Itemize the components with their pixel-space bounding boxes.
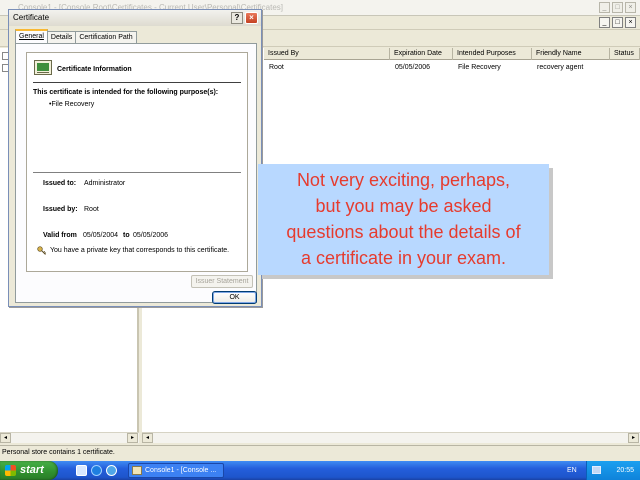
valid-to-label: to [123, 232, 130, 239]
tab-general[interactable]: General [15, 29, 48, 43]
console-app-icon [132, 466, 142, 475]
scroll-left-icon[interactable]: ◂ [0, 433, 11, 443]
issued-to-value: Administrator [84, 180, 126, 187]
status-bar: Personal store contains 1 certificate. [0, 445, 640, 459]
tab-details[interactable]: Details [46, 31, 77, 43]
tab-certification-path[interactable]: Certification Path [75, 31, 137, 43]
certificate-info-box: Certificate Information This certificate… [26, 52, 248, 272]
column-status[interactable]: Status [610, 48, 640, 60]
issued-to-label: Issued to: [43, 180, 77, 187]
scroll-right-icon[interactable]: ▸ [127, 433, 138, 443]
certificate-icon [34, 60, 52, 75]
caption-line: questions about the details of [286, 222, 521, 242]
column-intended-purposes[interactable]: Intended Purposes [453, 48, 532, 60]
key-icon [37, 246, 47, 255]
status-text: Personal store contains 1 certificate. [2, 449, 115, 456]
mmc-minimize-button[interactable]: _ [599, 2, 610, 13]
mmc-close-button[interactable]: × [625, 2, 636, 13]
show-desktop-icon[interactable] [76, 465, 87, 476]
valid-from-label: Valid from [43, 232, 77, 239]
table-row[interactable]: Root 05/05/2006 File Recovery recovery a… [264, 62, 640, 73]
start-button[interactable]: start [0, 461, 58, 480]
divider [33, 82, 241, 83]
list-horizontal-scrollbar[interactable]: ◂ ▸ [142, 432, 640, 443]
mmc-maximize-button[interactable]: □ [612, 2, 623, 13]
scroll-left-icon[interactable]: ◂ [142, 433, 153, 443]
cell-status [610, 62, 640, 73]
cell-expiration-date: 05/05/2006 [395, 64, 431, 71]
mmc-child-window-controls: _ □ × [599, 17, 636, 28]
column-issued-by[interactable]: Issued By [264, 48, 390, 60]
purpose-heading: This certificate is intended for the fol… [33, 89, 219, 96]
system-tray: 20:55 [586, 461, 640, 480]
cell-intended-purposes: File Recovery [458, 64, 501, 71]
caption-line: Not very exciting, perhaps, [296, 170, 511, 190]
taskbar-console-label: Console1 - [Console ... [145, 467, 217, 474]
column-friendly-name[interactable]: Friendly Name [532, 48, 610, 60]
close-button[interactable]: × [245, 12, 258, 24]
media-player-icon[interactable] [106, 465, 117, 476]
scroll-right-icon[interactable]: ▸ [628, 433, 639, 443]
purpose-item: •File Recovery [49, 101, 95, 108]
tree-horizontal-scrollbar[interactable]: ◂ ▸ [0, 432, 139, 443]
internet-explorer-icon[interactable] [91, 465, 102, 476]
help-button[interactable]: ? [231, 12, 243, 24]
child-close-button[interactable]: × [625, 17, 636, 28]
clock[interactable]: 20:55 [616, 467, 634, 474]
child-restore-button[interactable]: □ [612, 17, 623, 28]
mmc-window-controls: _ □ × [599, 2, 636, 13]
validity-row: Valid from 05/05/2004 to 05/05/2006 [43, 232, 168, 239]
certificate-dialog: Certificate ? × General Details Certific… [8, 9, 262, 307]
column-expiration-date[interactable]: Expiration Date [390, 48, 453, 60]
certificate-info-title: Certificate Information [57, 66, 132, 73]
private-key-note: You have a private key that corresponds … [50, 247, 230, 254]
language-indicator[interactable]: EN [567, 461, 577, 480]
issued-by-label: Issued by: [43, 206, 78, 213]
divider [33, 172, 241, 173]
dialog-title: Certificate [13, 13, 50, 22]
ok-button[interactable]: OK [212, 291, 257, 304]
issued-to-row: Issued to: Administrator [43, 180, 125, 187]
valid-to-value: 05/05/2006 [133, 232, 169, 239]
taskbar-console-button[interactable]: Console1 - [Console ... [128, 463, 224, 478]
taskbar: start Console1 - [Console ... EN 20:55 [0, 461, 640, 480]
issued-by-value: Root [84, 206, 99, 213]
child-minimize-button[interactable]: _ [599, 17, 610, 28]
caption-line: a certificate in your exam. [300, 248, 507, 268]
issuer-statement-button[interactable]: Issuer Statement [191, 275, 253, 288]
general-tab-panel: Certificate Information This certificate… [15, 43, 257, 303]
valid-from-value: 05/05/2004 [83, 232, 119, 239]
dialog-tabs: General Details Certification Path [15, 29, 137, 43]
caption-overlay: Not very exciting, perhaps, but you may … [258, 164, 549, 275]
list-header: Issued By Expiration Date Intended Purpo… [264, 48, 640, 60]
cell-friendly-name: recovery agent [537, 64, 584, 71]
network-icon[interactable] [592, 466, 601, 474]
dialog-title-bar: Certificate [9, 10, 261, 26]
cell-issued-by: Root [269, 64, 284, 71]
windows-flag-icon [5, 465, 16, 476]
caption-line: but you may be asked [315, 196, 492, 216]
start-label: start [20, 464, 44, 476]
issued-by-row: Issued by: Root [43, 206, 99, 213]
